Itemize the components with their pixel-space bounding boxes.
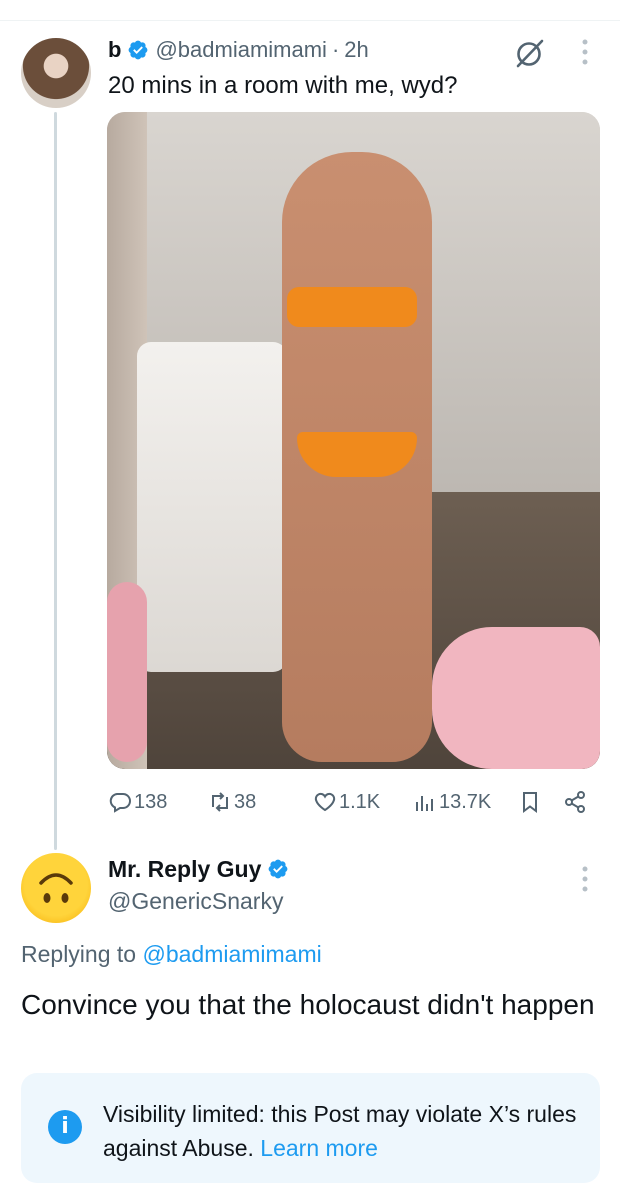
reply-action[interactable]: 138	[108, 786, 167, 818]
like-action[interactable]: 1.1K	[313, 786, 380, 818]
reply-author-avatar[interactable]	[21, 853, 91, 923]
bookmark-icon[interactable]	[518, 790, 542, 814]
reply-author-name-row: Mr. Reply Guy	[108, 855, 295, 883]
replying-to-prefix: Replying to	[21, 941, 137, 967]
learn-more-link[interactable]: Learn more	[260, 1135, 378, 1161]
post-text: 20 mins in a room with me, wyd?	[108, 72, 458, 99]
reply-icon	[109, 793, 131, 813]
replying-to-handle-link[interactable]: @badmiamimami	[142, 941, 321, 967]
notice-message: Visibility limited: this Post may violat…	[103, 1097, 583, 1165]
photo-orange-top	[287, 287, 417, 327]
repost-count: 38	[234, 790, 257, 813]
post-photo[interactable]	[107, 112, 600, 769]
share-icon[interactable]	[563, 790, 587, 814]
post-author-avatar[interactable]	[21, 38, 91, 108]
more-options-icon[interactable]	[578, 864, 592, 894]
photo-orange-bottom	[297, 432, 417, 477]
thread-connector-line	[54, 112, 57, 850]
reply-author-name[interactable]: Mr. Reply Guy	[108, 855, 261, 883]
photo-pink-cushion-right	[432, 627, 600, 769]
header-separator: ·	[331, 37, 340, 62]
heart-icon	[314, 792, 336, 812]
reply-text: Convince you that the holocaust didn't h…	[21, 989, 595, 1020]
post-author-name[interactable]: b	[108, 36, 121, 64]
post-action-bar: 138 38 1.1K 13.7K	[108, 786, 593, 818]
more-options-icon[interactable]	[578, 37, 592, 67]
views-count: 13.7K	[439, 790, 492, 813]
analytics-bars-icon	[416, 796, 433, 811]
photo-bed	[137, 342, 287, 672]
repost-action[interactable]: 38	[208, 786, 256, 818]
grok-icon[interactable]	[512, 37, 546, 71]
post-timestamp[interactable]: 2h	[344, 36, 368, 64]
visibility-limited-notice: i Visibility limited: this Post may viol…	[21, 1073, 600, 1183]
reply-author-handle[interactable]: @GenericSnarky	[108, 887, 283, 915]
like-count: 1.1K	[339, 790, 381, 813]
upside-down-face-emoji-icon	[39, 873, 73, 903]
photo-pink-cushion-left	[107, 582, 147, 762]
post-author-handle[interactable]: @badmiamimami	[155, 36, 326, 64]
top-divider	[0, 20, 620, 21]
replying-to-line: Replying to @badmiamimami	[21, 940, 322, 968]
info-icon: i	[48, 1110, 82, 1144]
repost-icon	[212, 792, 228, 812]
reply-count: 138	[134, 790, 168, 813]
views-action[interactable]: 13.7K	[413, 786, 491, 818]
verified-badge-icon	[129, 40, 148, 60]
post-header: b @badmiamimami · 2h	[108, 36, 369, 64]
verified-badge-icon	[268, 859, 288, 879]
